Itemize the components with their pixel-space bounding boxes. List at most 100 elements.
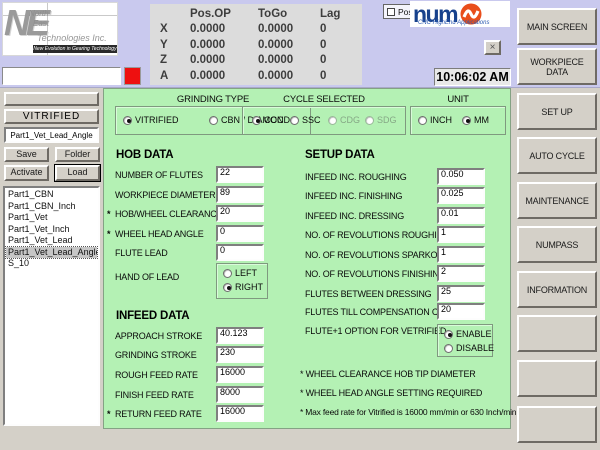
field-label: NO. OF REVOLUTIONS FINISHING: [305, 269, 445, 279]
radio-icon: [444, 344, 453, 353]
nav-maintenance-button[interactable]: MAINTENANCE: [517, 182, 597, 219]
field-label: NUMBER OF FLUTES: [107, 170, 203, 180]
nav-information-button[interactable]: INFORMATION: [517, 271, 597, 308]
position-row-x: X 0.0000 0.0000 0: [150, 22, 362, 38]
field-label: INFEED INC. FINISHING: [305, 191, 402, 201]
part-file-list[interactable]: Part1_CBN Part1_CBN_Inch Part1_Vet Part1…: [3, 186, 100, 426]
field-label: INFEED INC. DRESSING: [305, 211, 404, 221]
radio-icon: [444, 330, 453, 339]
revolutions-finishing-input[interactable]: [437, 265, 485, 282]
list-item[interactable]: Part1_Vet: [6, 212, 97, 224]
position-row-z: Z 0.0000 0.0000 0: [150, 53, 362, 69]
radio-icon: [223, 269, 232, 278]
grinding-stroke-input[interactable]: [216, 346, 264, 363]
list-item[interactable]: Part1_Vet_Inch: [6, 224, 97, 236]
radio-icon: [365, 116, 374, 125]
revolutions-roughing-input[interactable]: [437, 226, 485, 243]
field-label: WORKPIECE DIAMETER: [107, 190, 215, 200]
top-status-bar: NE North East Technologies Inc. New Evol…: [0, 0, 600, 88]
note-wheel-clearance: * WHEEL CLEARANCE HOB TIP DIAMETER: [300, 369, 476, 379]
infeed-inc-dressing-input[interactable]: [437, 207, 485, 224]
field-label: GRINDING STROKE: [107, 350, 197, 360]
part-name-input[interactable]: [4, 127, 99, 143]
radio-ccc[interactable]: CCC: [252, 115, 284, 125]
field-label: INFEED INC. ROUGHING: [305, 172, 407, 182]
finish-feed-rate-input[interactable]: [216, 386, 264, 403]
status-slot-bar: [4, 92, 99, 106]
radio-inch[interactable]: INCH: [418, 115, 452, 125]
radio-right[interactable]: RIGHT: [223, 282, 263, 292]
field-label: ROUGH FEED RATE: [107, 370, 198, 380]
approach-stroke-input[interactable]: [216, 327, 264, 344]
save-button[interactable]: Save: [4, 147, 49, 162]
hob-wheel-clearance-input[interactable]: [216, 205, 264, 222]
close-button[interactable]: ×: [484, 40, 501, 55]
field-label: *WHEEL HEAD ANGLE: [107, 229, 204, 239]
list-item[interactable]: Part1_CBN: [6, 189, 97, 201]
position-header-row: Pos.OP ToGo Lag: [150, 6, 362, 22]
nav-auto-cycle-button[interactable]: AUTO CYCLE: [517, 137, 597, 174]
nav-blank-button-3[interactable]: [517, 406, 597, 443]
radio-ssc[interactable]: SSC: [290, 115, 321, 125]
status-message-field: [2, 67, 121, 85]
list-item[interactable]: S_10: [6, 258, 97, 270]
load-button[interactable]: Load: [55, 165, 100, 181]
radio-mm[interactable]: MM: [462, 115, 489, 125]
infeed-data-title: INFEED DATA: [116, 310, 189, 322]
field-label: FLUTES TILL COMPENSATION CBN: [305, 307, 450, 317]
infeed-inc-finishing-input[interactable]: [437, 187, 485, 204]
flutes-between-dressing-input[interactable]: [437, 285, 485, 302]
nav-blank-button-2[interactable]: [517, 360, 597, 397]
flute-lead-input[interactable]: [216, 244, 264, 261]
setup-data-title: SETUP DATA: [305, 149, 375, 161]
field-label: FLUTE LEAD: [107, 248, 168, 258]
clock-display: 10:06:02 AM: [434, 68, 511, 86]
vendor-logo: NE North East Technologies Inc. New Evol…: [2, 2, 118, 56]
note-wheel-head-angle: * WHEEL HEAD ANGLE SETTING REQUIRED: [300, 388, 482, 398]
note-max-feed-rate: * Max feed rate for Vitrified is 16000 m…: [300, 407, 516, 417]
radio-enable[interactable]: ENABLE: [444, 329, 492, 339]
list-item-selected[interactable]: Part1_Vet_Lead_Angle: [6, 247, 97, 259]
alarm-indicator: [124, 67, 141, 85]
folder-button[interactable]: Folder: [55, 147, 100, 162]
nav-numpass-button[interactable]: NUMPASS: [517, 226, 597, 263]
logo-word-north: North: [29, 9, 49, 18]
radio-sdg: SDG: [365, 115, 397, 125]
nav-main-screen-button[interactable]: MAIN SCREEN: [517, 8, 597, 45]
nav-set-up-button[interactable]: SET UP: [517, 93, 597, 130]
position-row-y: Y 0.0000 0.0000 0: [150, 37, 362, 53]
radio-cdg: CDG: [328, 115, 360, 125]
num-logo: num CNC HighEnd Applications: [410, 1, 510, 27]
infeed-inc-roughing-input[interactable]: [437, 168, 485, 185]
radio-icon: [252, 116, 261, 125]
field-label: NO. OF REVOLUTIONS ROUGHING: [305, 230, 450, 240]
radio-icon: [418, 116, 427, 125]
col-header-togo: ToGo: [258, 8, 320, 20]
nav-blank-button-1[interactable]: [517, 315, 597, 352]
num-tagline: CNC HighEnd Applications: [418, 20, 489, 26]
activate-button[interactable]: Activate: [4, 165, 49, 181]
radio-icon: [123, 116, 132, 125]
wheel-head-angle-input[interactable]: [216, 225, 264, 242]
logo-company-name: Technologies Inc.: [37, 33, 107, 43]
hand-of-lead-label: HAND OF LEAD: [115, 272, 179, 282]
position-row-a: A 0.0000 0.0000 0: [150, 68, 362, 84]
flutes-till-compensation-input[interactable]: [437, 303, 485, 320]
nav-workpiece-data-button[interactable]: WORKPIECE DATA: [517, 48, 597, 85]
radio-icon: [462, 116, 471, 125]
rough-feed-rate-input[interactable]: [216, 366, 264, 383]
workpiece-diameter-input[interactable]: [216, 186, 264, 203]
radio-icon: [290, 116, 299, 125]
revolutions-sparkout-input[interactable]: [437, 246, 485, 263]
radio-disable[interactable]: DISABLE: [444, 343, 494, 353]
field-label: FLUTES BETWEEN DRESSING: [305, 289, 431, 299]
radio-left[interactable]: LEFT: [223, 268, 257, 278]
list-item[interactable]: Part1_Vet_Lead: [6, 235, 97, 247]
return-feed-rate-input[interactable]: [216, 405, 264, 422]
flute-plus-one-label: FLUTE+1 OPTION FOR VETRIFIED: [305, 326, 446, 336]
field-label: APPROACH STROKE: [107, 331, 202, 341]
number-of-flutes-input[interactable]: [216, 166, 264, 183]
list-item[interactable]: Part1_CBN_Inch: [6, 201, 97, 213]
radio-vitrified[interactable]: VITRIFIED: [123, 115, 179, 125]
radio-icon: [328, 116, 337, 125]
